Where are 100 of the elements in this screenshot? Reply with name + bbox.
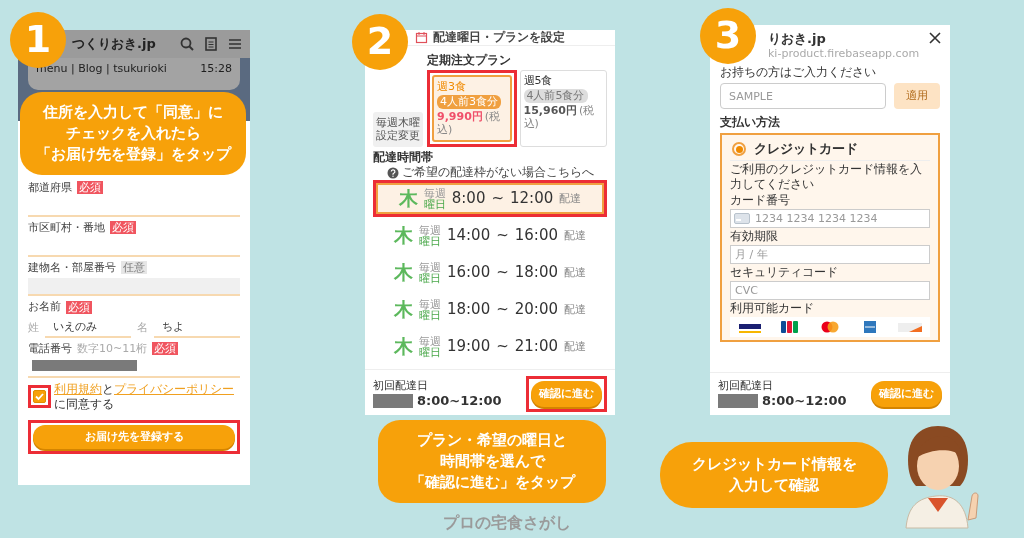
frequency-label: 曜日 — [418, 235, 441, 247]
notice-text: 毎週木曜 — [376, 115, 420, 130]
checkbox[interactable] — [33, 390, 46, 403]
site-title: りおき.jp — [768, 31, 827, 48]
slot-suffix: 配達 — [564, 339, 586, 354]
step-number: 3 — [700, 8, 756, 64]
end-time: 20:00 — [514, 300, 558, 319]
input-field[interactable]: いえのみ — [45, 318, 131, 338]
frequency-label: 曜日 — [418, 346, 441, 358]
required-tag: 必須 — [77, 181, 103, 195]
range-separator: ~ — [496, 226, 509, 245]
slot-suffix: 配達 — [564, 302, 586, 317]
field-label: 電話番号 — [28, 341, 72, 356]
site-title: つくりおき.jp — [72, 35, 157, 53]
input-field[interactable]: 月 / 年 — [730, 245, 930, 265]
input-field[interactable] — [28, 359, 240, 378]
end-time: 12:00 — [510, 189, 554, 208]
site-credit: プロの宅食さがし — [443, 513, 572, 533]
input-field[interactable]: 1234 1234 1234 1234 — [730, 209, 930, 229]
frequency-label: 毎週 — [418, 224, 441, 236]
frequency-label: 曜日 — [418, 272, 441, 284]
plan-card[interactable]: 週5食 4人前5食分 15,960円 (税込) — [519, 70, 607, 147]
range-separator: ~ — [496, 337, 509, 356]
card-logo-icon — [897, 320, 923, 335]
field-label: 姓 — [28, 321, 39, 335]
frequency-label: 毎週 — [423, 187, 446, 199]
range-separator: ~ — [496, 263, 509, 282]
delivery-time: 8:00~12:00 — [762, 392, 847, 409]
day-label: 木 — [398, 186, 418, 211]
notice-text: 設定変更 — [376, 129, 420, 143]
plan-badge: 4人前5食分 — [523, 88, 588, 103]
field-label: 初回配達日 — [718, 379, 774, 393]
input-field[interactable]: CVC — [730, 281, 930, 301]
start-time: 8:00 — [451, 189, 486, 208]
plan-name: 週3食 — [437, 80, 467, 94]
slot-suffix: 配達 — [559, 191, 582, 206]
document-icon[interactable] — [204, 37, 218, 51]
field-hint: 数字10~11桁 — [77, 341, 148, 356]
frequency-label: 毎週 — [418, 335, 441, 347]
field-label: 利用可能カード — [730, 301, 815, 317]
redaction-block — [718, 393, 758, 408]
redaction-block — [373, 393, 413, 408]
plan-price: 9,990円 (税込) — [437, 109, 502, 137]
plan-price: 15,960円 (税込) — [523, 103, 596, 131]
menu-icon[interactable] — [228, 37, 242, 51]
slot-suffix: 配達 — [564, 265, 586, 280]
field-label: 建物名・部屋番号 — [28, 260, 116, 275]
field-label: カード番号 — [730, 193, 791, 209]
start-time: 16:00 — [446, 263, 491, 282]
end-time: 18:00 — [514, 263, 558, 282]
help-icon — [386, 166, 399, 179]
field-label: 市区町村・番地 — [28, 220, 105, 235]
frequency-label: 曜日 — [423, 198, 446, 210]
start-time: 19:00 — [446, 337, 491, 356]
calendar-icon — [415, 31, 428, 44]
site-url: ki-product.firebaseapp.com — [768, 47, 921, 61]
consent-text: 利用規約 と プライバシーポリシー に同意する — [54, 381, 235, 412]
option-label: クレジットカード — [754, 141, 858, 158]
range-separator: ~ — [496, 300, 509, 319]
day-label: 木 — [393, 260, 413, 285]
help-link[interactable]: ご希望の配達枠がない場合こちらへ — [401, 165, 594, 180]
frequency-label: 曜日 — [418, 309, 441, 321]
range-separator: ~ — [491, 189, 504, 208]
start-time: 14:00 — [446, 226, 491, 245]
frequency-label: 毎週 — [418, 261, 441, 273]
day-label: 木 — [393, 223, 413, 248]
input-field[interactable] — [28, 278, 240, 297]
field-label: お名前 — [28, 300, 61, 314]
field-label: セキュリティコード — [730, 265, 839, 281]
slot-suffix: 配達 — [564, 228, 586, 243]
close-icon[interactable] — [928, 31, 942, 45]
plan-badge: 4人前3食分 — [437, 94, 501, 109]
message-time: 15:28 — [200, 62, 232, 76]
radio-button[interactable] — [732, 142, 746, 157]
section-heading: 定期注文プラン — [427, 53, 512, 68]
input-field[interactable]: ちよ — [154, 318, 240, 338]
screen-title: 配達曜日・プランを設定 — [433, 30, 565, 45]
end-time: 21:00 — [514, 337, 558, 356]
field-label: 都道府県 — [28, 181, 72, 195]
card-icon — [734, 213, 750, 225]
field-label: 初回配達日 — [373, 378, 429, 393]
instruction-caption: 住所を入力して「同意」に チェックを入れたら 「お届け先を登録」をタップ — [20, 92, 246, 175]
check-icon — [34, 391, 45, 402]
plan-name: 週5食 — [523, 74, 554, 88]
search-icon[interactable] — [180, 37, 194, 51]
end-time: 16:00 — [514, 226, 558, 245]
instruction-caption: クレジットカード情報を 入力して確認 — [660, 442, 888, 508]
start-time: 18:00 — [446, 300, 491, 319]
optional-tag: 任意 — [121, 260, 147, 274]
section-heading: 配達時間帯 — [373, 150, 434, 165]
field-label: お持ちの方はご入力ください — [720, 65, 877, 80]
day-label: 木 — [393, 297, 413, 322]
required-tag: 必須 — [152, 342, 179, 356]
field-label: 有効期限 — [730, 229, 779, 245]
frequency-label: 毎週 — [418, 298, 441, 310]
delivery-time: 8:00~12:00 — [417, 392, 502, 409]
instruction-text: ご利用のクレジットカード情報を入力してください — [730, 162, 923, 193]
instruction-caption: プラン・希望の曜日と 時間帯を選んで 「確認に進む」をタップ — [378, 420, 606, 503]
section-heading: 支払い方法 — [720, 115, 781, 130]
required-tag: 必須 — [66, 300, 92, 314]
